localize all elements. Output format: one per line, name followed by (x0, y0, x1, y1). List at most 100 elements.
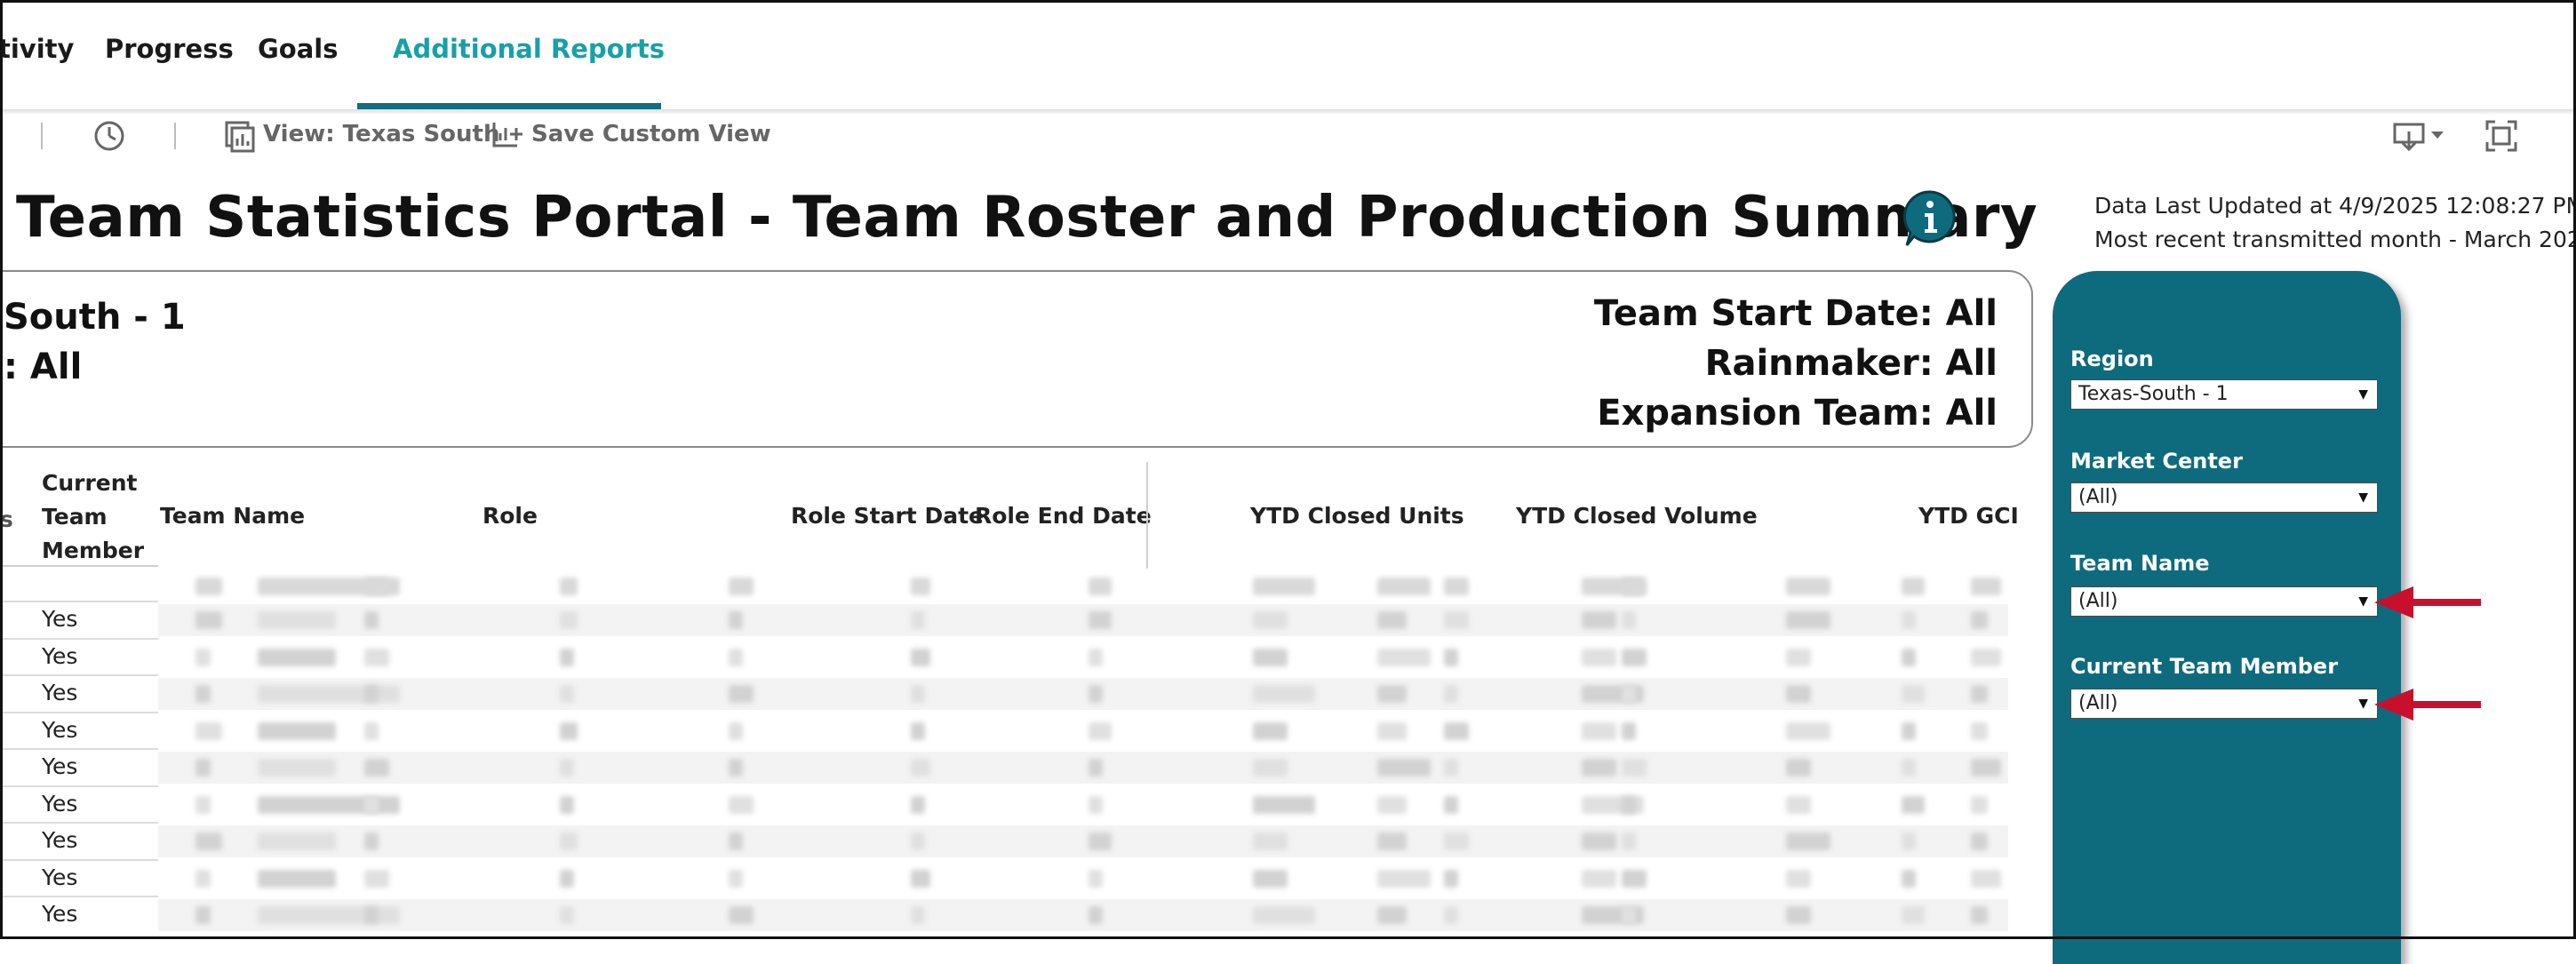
blurred-cell (195, 869, 211, 888)
view-button[interactable]: View: Texas South (263, 121, 499, 147)
fullscreen-icon[interactable] (2484, 119, 2518, 156)
blurred-cell (1377, 721, 1407, 740)
current-member-cell: Yes (42, 790, 78, 817)
table-row[interactable] (158, 825, 2008, 857)
toolbar-separator (174, 123, 176, 149)
header-current-team-member[interactable]: Current Team Member (42, 466, 144, 568)
row-divider (0, 822, 158, 824)
blurred-cell (195, 759, 211, 777)
download-icon[interactable] (2392, 119, 2447, 156)
filter-summary-box: South - 1 : All Team Start Date: All Rai… (0, 270, 2033, 448)
blurred-cell (1786, 869, 1811, 888)
blurred-cell (1253, 795, 1315, 814)
table-row[interactable] (158, 862, 2008, 895)
header-role-end-date[interactable]: Role End Date (975, 503, 1152, 529)
region-filter-label: Region (2070, 347, 2154, 371)
blurred-cell (1902, 833, 1916, 850)
blurred-cell (560, 833, 578, 850)
blurred-cell (258, 759, 336, 777)
save-custom-view-button[interactable]: Save Custom View (531, 121, 771, 147)
blurred-cell (364, 795, 379, 814)
table-row[interactable] (158, 641, 2008, 673)
blurred-cell (1582, 759, 1616, 777)
blurred-cell (195, 578, 222, 595)
blurred-cell (1089, 833, 1112, 850)
blurred-cell (911, 685, 925, 703)
blurred-cell (1622, 648, 1647, 666)
market-center-select[interactable]: (All) ▼ (2070, 482, 2378, 513)
table-row[interactable] (158, 752, 2008, 784)
header-ytd-closed-volume[interactable]: YTD Closed Volume (1516, 503, 1758, 529)
blurred-cell (1377, 611, 1407, 629)
clock-icon[interactable] (92, 119, 126, 156)
info-icon[interactable] (1902, 188, 1958, 252)
current-team-member-select[interactable]: (All) ▼ (2070, 689, 2378, 719)
summary-left-filter: : All (4, 347, 83, 387)
blurred-cell (1377, 648, 1431, 666)
blurred-cell (1971, 906, 1988, 924)
tab-activity[interactable]: tivity (0, 34, 74, 69)
blurred-cell (1902, 578, 1925, 595)
header-role[interactable]: Role (483, 503, 538, 529)
header-ytd-gci[interactable]: YTD GCI (1918, 503, 2019, 529)
blurred-cell (258, 906, 400, 924)
team-name-select[interactable]: (All) ▼ (2070, 586, 2378, 617)
blurred-cell (195, 795, 211, 814)
blurred-cell (1089, 869, 1103, 888)
blurred-cell (1089, 906, 1103, 924)
blurred-cell (1377, 833, 1407, 850)
market-center-filter-label: Market Center (2070, 449, 2243, 474)
tab-additional-reports[interactable]: Additional Reports (393, 34, 665, 69)
region-select[interactable]: Texas-South - 1 ▼ (2070, 379, 2378, 410)
blurred-cell (258, 795, 400, 814)
table-row[interactable] (158, 604, 2008, 636)
header-ytd-closed-units[interactable]: YTD Closed Units (1250, 503, 1464, 529)
header-team-name[interactable]: Team Name (160, 503, 305, 529)
blurred-cell (1622, 685, 1636, 703)
row-divider (0, 674, 158, 676)
header-fragment: s (0, 506, 13, 532)
blurred-cell (1089, 721, 1112, 740)
view-icon[interactable] (224, 119, 256, 156)
blurred-cell (364, 759, 389, 777)
blurred-cell (1444, 759, 1458, 777)
table-row[interactable] (158, 678, 2008, 710)
summary-region: South - 1 (4, 297, 186, 338)
tab-progress[interactable]: Progress (105, 34, 234, 69)
blurred-cell (1622, 795, 1636, 814)
tab-goals[interactable]: Goals (258, 34, 339, 69)
market-center-select-value: (All) (2078, 486, 2118, 508)
blurred-cell (364, 869, 389, 888)
table-row[interactable] (158, 788, 2008, 821)
blurred-cell (1622, 578, 1647, 595)
blurred-cell (560, 721, 578, 740)
current-team-member-filter-label: Current Team Member (2070, 654, 2339, 679)
blurred-cell (1622, 611, 1636, 629)
blurred-cell (1089, 648, 1103, 666)
row-divider (0, 858, 158, 861)
blurred-cell (364, 648, 389, 666)
blurred-cell (1902, 611, 1916, 629)
blurred-cell (1253, 578, 1315, 595)
table-row[interactable] (158, 899, 2008, 931)
blurred-cell (911, 833, 925, 850)
blurred-cell (1377, 578, 1431, 595)
blurred-cell (1902, 869, 1916, 888)
blurred-cell (911, 869, 930, 888)
blurred-cell (1622, 869, 1647, 888)
blurred-cell (560, 795, 574, 814)
blurred-cell (729, 648, 743, 666)
blurred-cell (1444, 611, 1469, 629)
save-view-icon[interactable] (490, 119, 524, 156)
blurred-cell (729, 869, 743, 888)
data-last-updated: Data Last Updated at 4/9/2025 12:08:27 P… (2094, 193, 2576, 219)
header-role-start-date[interactable]: Role Start Date (791, 503, 984, 529)
summary-expansion-team: Expansion Team: All (1597, 393, 1998, 434)
dropdown-arrow-icon: ▼ (2358, 594, 2368, 609)
summary-rainmaker: Rainmaker: All (1704, 343, 1998, 384)
table-row[interactable] (158, 714, 2008, 747)
blurred-cell (1786, 721, 1830, 740)
blurred-cell (364, 833, 379, 850)
blurred-cell (560, 759, 574, 777)
blurred-cell (911, 611, 925, 629)
